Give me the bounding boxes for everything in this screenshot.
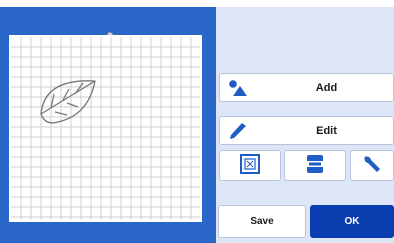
layers-icon xyxy=(304,153,326,178)
editor-screen: Add Edit Save OK xyxy=(0,0,394,243)
mat-grid xyxy=(11,37,200,220)
cutting-mat[interactable] xyxy=(9,35,202,222)
shapes-icon xyxy=(228,79,248,97)
settings-button[interactable] xyxy=(350,150,394,181)
frame-icon xyxy=(239,153,261,178)
pencil-icon xyxy=(228,122,248,140)
control-panel: Add Edit Save OK xyxy=(216,7,394,243)
edit-label: Edit xyxy=(316,124,337,137)
add-button[interactable]: Add xyxy=(219,73,394,102)
add-label: Add xyxy=(315,81,338,94)
edit-button[interactable]: Edit xyxy=(219,116,394,145)
canvas-panel xyxy=(0,7,216,243)
wrench-icon xyxy=(362,154,382,177)
layout-button[interactable] xyxy=(284,150,346,181)
ok-button[interactable]: OK xyxy=(310,205,394,238)
fit-to-mat-button[interactable] xyxy=(219,150,281,181)
save-button[interactable]: Save xyxy=(218,205,306,238)
